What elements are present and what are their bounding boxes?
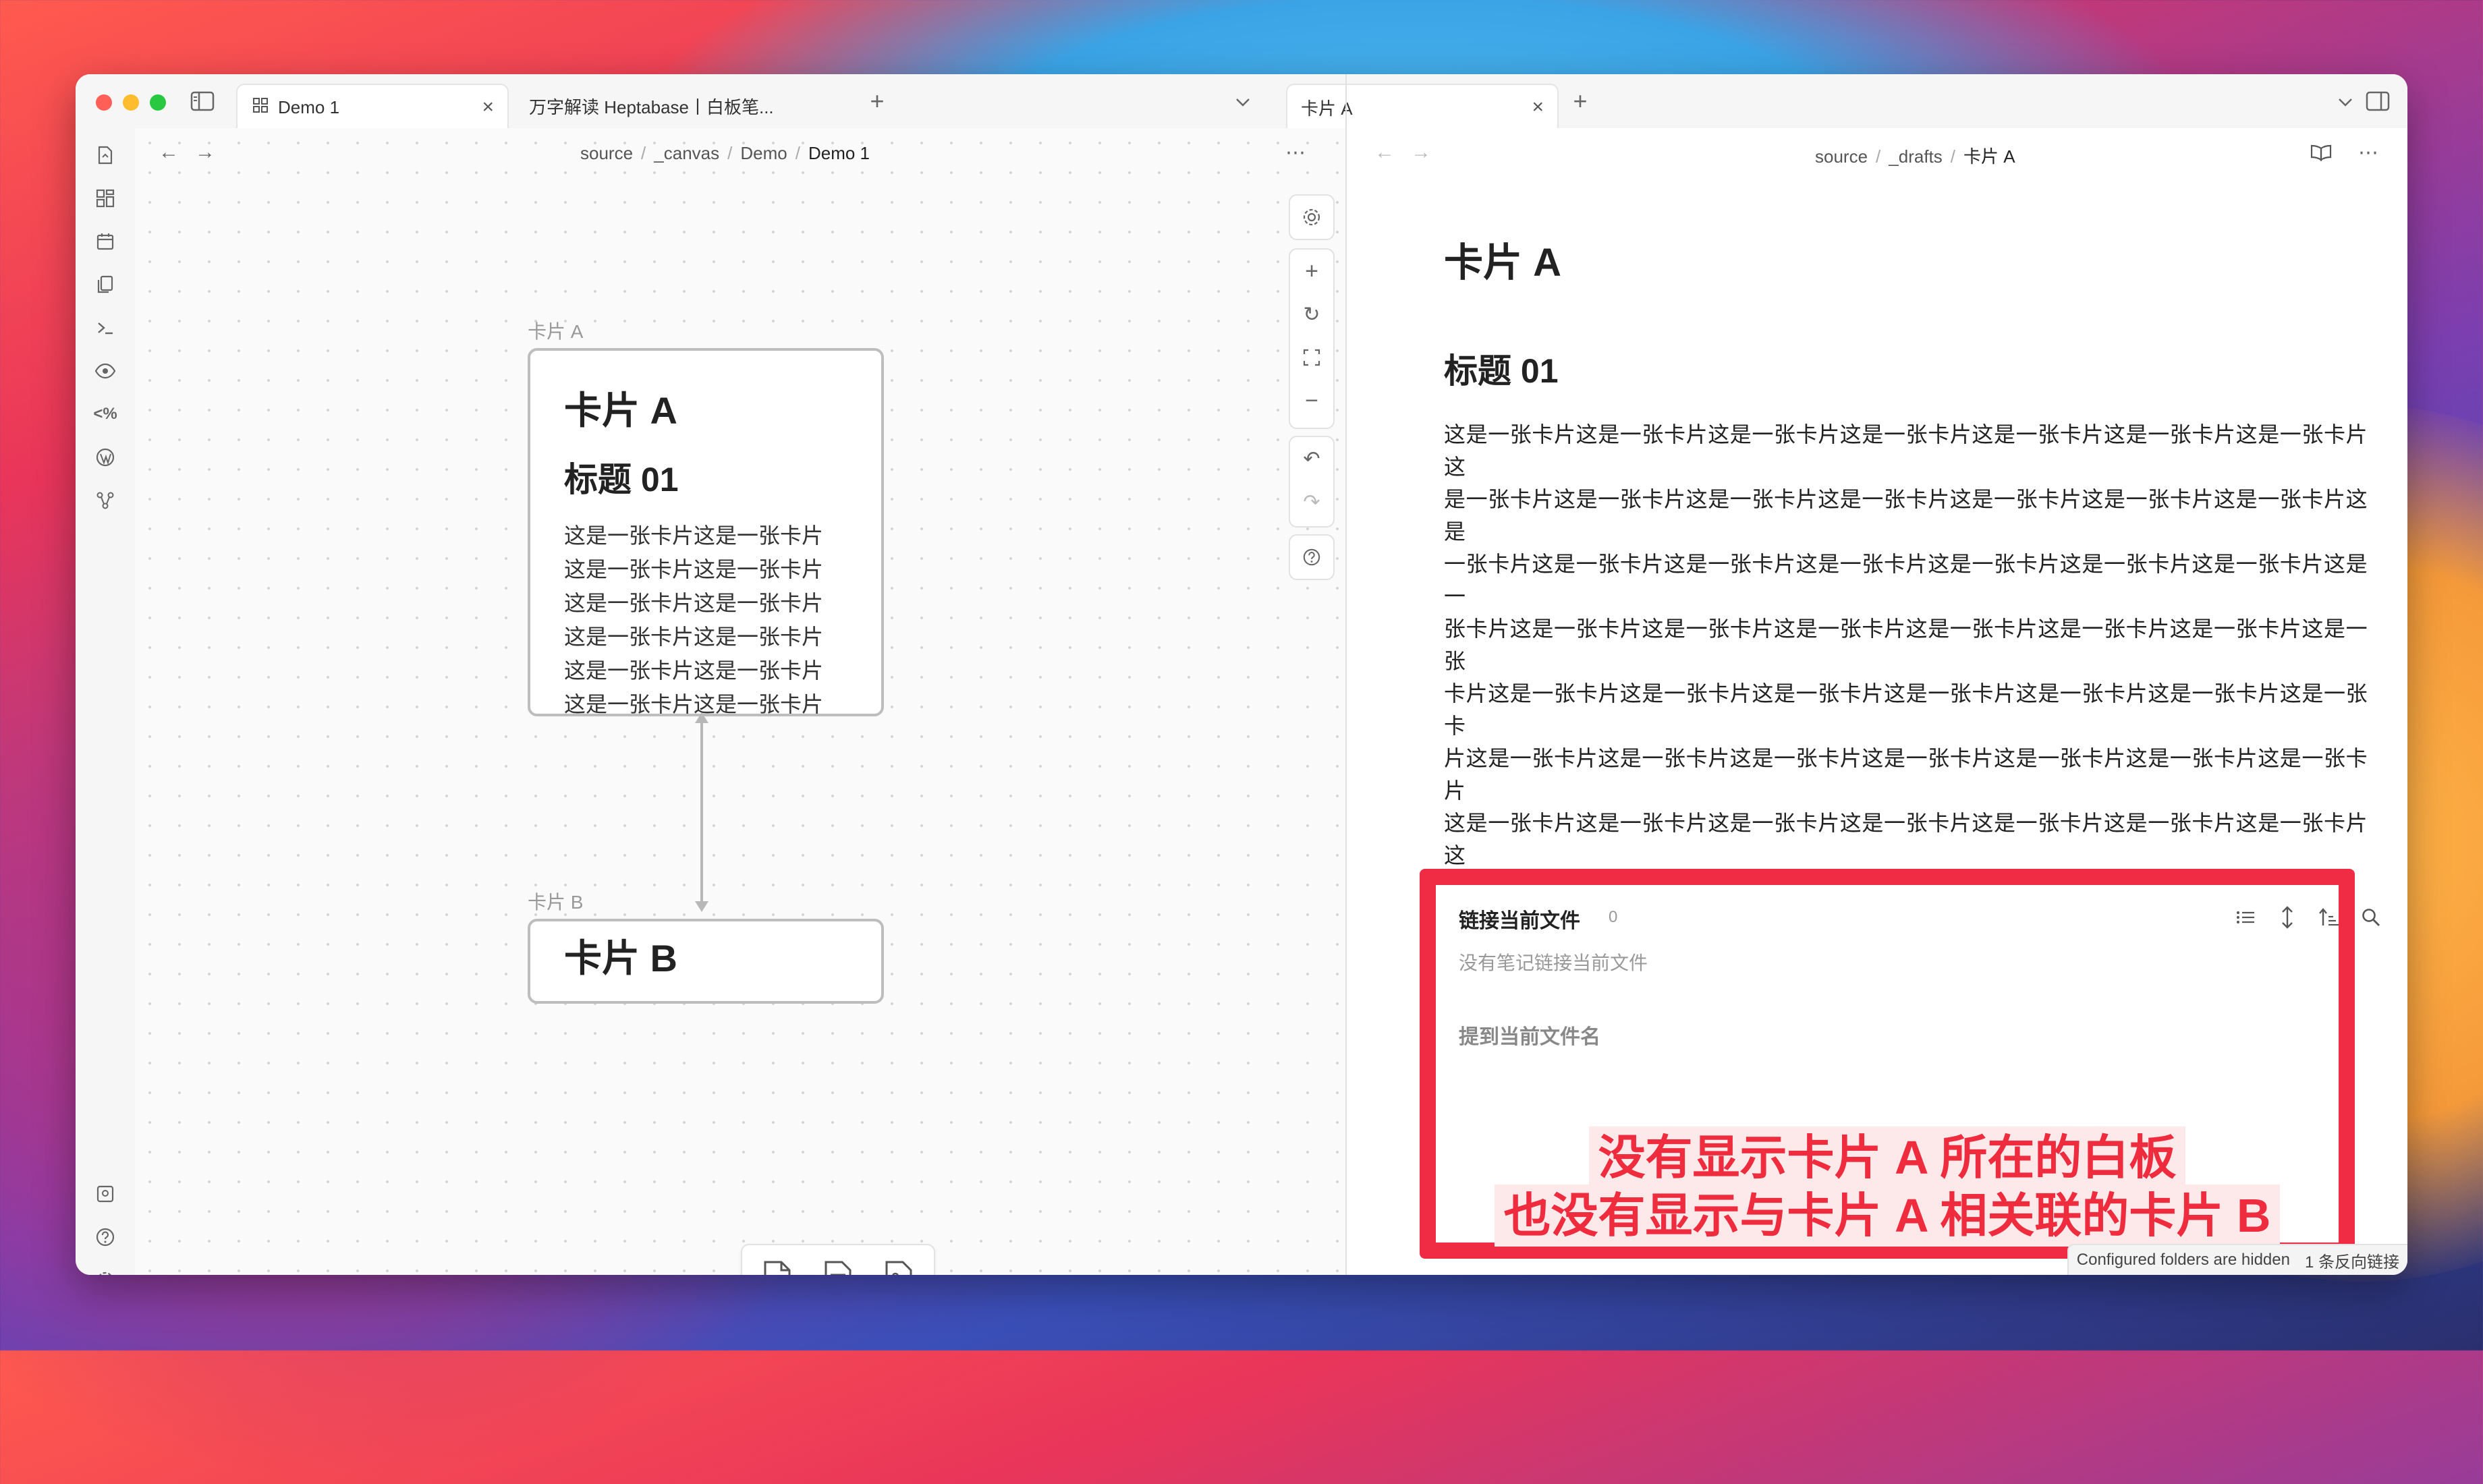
tab-heptabase-article[interactable]: 万字解读 Heptabase丨白板笔... bbox=[515, 84, 866, 128]
breadcrumb-current[interactable]: Demo 1 bbox=[808, 143, 870, 163]
toggle-sidebar-icon[interactable] bbox=[189, 88, 216, 115]
note-heading[interactable]: 标题 01 bbox=[1444, 344, 1559, 393]
settings-icon[interactable] bbox=[92, 1267, 119, 1275]
canvas-pane[interactable]: ← → source / _canvas / Demo / Demo 1 ⋯ 卡片 A 卡片… bbox=[135, 128, 1345, 1275]
back-icon[interactable]: ← bbox=[155, 139, 182, 166]
add-media-icon[interactable] bbox=[878, 1257, 919, 1275]
expand-collapse-icon[interactable] bbox=[2274, 904, 2301, 931]
zoom-controls: + ↻ − bbox=[1289, 248, 1335, 429]
add-note-icon[interactable] bbox=[818, 1257, 858, 1275]
left-ribbon: <% bbox=[76, 128, 136, 1275]
forward-icon[interactable]: → bbox=[192, 139, 219, 166]
card-a-heading: 标题 01 bbox=[564, 461, 679, 498]
tab-label: Demo 1 bbox=[278, 96, 340, 117]
canvas-settings-group bbox=[1289, 194, 1335, 240]
card-b-title: 卡片 B bbox=[564, 937, 677, 979]
fit-icon[interactable] bbox=[1290, 336, 1333, 379]
app-window: Demo 1 × 万字解读 Heptabase丨白板笔... + 卡片 A × … bbox=[76, 74, 2407, 1275]
zoom-out-icon[interactable]: − bbox=[1290, 379, 1333, 422]
settings-icon[interactable] bbox=[1290, 196, 1333, 239]
tab-label: 万字解读 Heptabase丨白板笔... bbox=[529, 96, 774, 117]
tab-bar: Demo 1 × 万字解读 Heptabase丨白板笔... + 卡片 A × … bbox=[76, 74, 2407, 130]
minimize-window-button[interactable] bbox=[123, 94, 139, 111]
breadcrumb-item[interactable]: _canvas bbox=[654, 143, 719, 163]
status-backlinks-count[interactable]: 1 条反向链接 bbox=[2305, 1249, 2399, 1272]
close-window-button[interactable] bbox=[96, 94, 112, 111]
tab-demo-1[interactable]: Demo 1 × bbox=[236, 84, 509, 130]
card-a-body: 这是一张卡片这是一张卡片 这是一张卡片这是一张卡片 这是一张卡片这是一张卡片 这… bbox=[564, 523, 824, 716]
open-file-icon[interactable] bbox=[92, 142, 119, 169]
code-percent-icon[interactable]: <% bbox=[92, 401, 119, 428]
card-a-title: 卡片 A bbox=[564, 389, 677, 432]
card-b[interactable]: 卡片 B bbox=[528, 919, 884, 1004]
chevron-down-icon[interactable] bbox=[2332, 89, 2359, 116]
close-tab-icon[interactable]: × bbox=[482, 96, 494, 119]
breadcrumb-item[interactable]: Demo bbox=[740, 143, 787, 163]
breadcrumb: source / _drafts / 卡片 A bbox=[1815, 146, 2015, 167]
graph-icon[interactable] bbox=[92, 487, 119, 514]
new-tab-icon[interactable]: + bbox=[1567, 87, 1594, 115]
card-a-label: 卡片 A bbox=[528, 321, 584, 342]
list-icon[interactable] bbox=[2232, 904, 2259, 931]
breadcrumb-current[interactable]: 卡片 A bbox=[1963, 146, 2015, 167]
wordpress-icon[interactable] bbox=[92, 444, 119, 471]
toggle-right-sidebar-icon[interactable] bbox=[2364, 88, 2391, 115]
breadcrumb-item[interactable]: source bbox=[1815, 146, 1868, 167]
help-icon[interactable] bbox=[92, 1224, 119, 1251]
annotation-line-2: 也没有显示与卡片 A 相关联的卡片 B bbox=[1436, 1185, 2339, 1247]
card-connector-arrow[interactable] bbox=[688, 711, 715, 913]
calendar-icon[interactable] bbox=[92, 228, 119, 255]
forward-icon[interactable]: → bbox=[1407, 139, 1434, 166]
canvas-add-toolbar bbox=[741, 1244, 935, 1275]
reading-view-icon[interactable] bbox=[2308, 139, 2335, 166]
more-options-icon[interactable]: ⋯ bbox=[2355, 139, 2382, 166]
note-pane: ← → source / _drafts / 卡片 A ⋯ 卡片 A 标题 01 这是一… bbox=[1347, 128, 2407, 1275]
backlinks-empty-text: 没有笔记链接当前文件 bbox=[1459, 952, 1648, 973]
status-folders-hidden[interactable]: Configured folders are hidden bbox=[2077, 1251, 2290, 1269]
card-a[interactable]: 卡片 A 标题 01 这是一张卡片这是一张卡片 这是一张卡片这是一张卡片 这是一… bbox=[528, 348, 884, 716]
note-title[interactable]: 卡片 A bbox=[1444, 231, 1561, 287]
backlinks-title[interactable]: 链接当前文件 bbox=[1459, 904, 1580, 934]
back-icon[interactable]: ← bbox=[1371, 139, 1398, 166]
left-nav-bar: ← → source / _canvas / Demo / Demo 1 ⋯ bbox=[135, 128, 1345, 177]
zoom-in-icon[interactable]: + bbox=[1290, 250, 1333, 293]
history-controls: ↶ ↷ bbox=[1289, 436, 1335, 527]
vault-icon[interactable] bbox=[92, 1180, 119, 1207]
right-nav-bar: ← → source / _drafts / 卡片 A ⋯ bbox=[1347, 128, 2407, 177]
copy-icon[interactable] bbox=[92, 271, 119, 298]
chevron-down-icon[interactable] bbox=[1229, 89, 1256, 116]
undo-icon[interactable]: ↶ bbox=[1290, 437, 1333, 480]
eye-icon[interactable] bbox=[92, 358, 119, 384]
breadcrumb-item[interactable]: _drafts bbox=[1889, 146, 1943, 167]
maximize-window-button[interactable] bbox=[150, 94, 166, 111]
new-card-icon[interactable] bbox=[757, 1257, 798, 1275]
dashboard-icon[interactable] bbox=[92, 185, 119, 212]
backlinks-panel: 链接当前文件 0 没有笔记链接当前文件 提到当前文件名 没有显示卡片 A 所在的… bbox=[1420, 869, 2380, 1259]
breadcrumb-item[interactable]: source bbox=[580, 143, 633, 163]
close-tab-icon[interactable]: × bbox=[1532, 96, 1544, 119]
status-bar: Configured folders are hidden 1 条反向链接 bbox=[2067, 1244, 2407, 1275]
search-icon[interactable] bbox=[2358, 904, 2384, 931]
new-tab-icon[interactable]: + bbox=[864, 87, 891, 115]
help-icon[interactable] bbox=[1290, 536, 1333, 579]
sort-icon[interactable] bbox=[2316, 904, 2343, 931]
redo-icon[interactable]: ↷ bbox=[1290, 480, 1333, 523]
canvas-help-group bbox=[1289, 534, 1335, 580]
tab-card-a[interactable]: 卡片 A × bbox=[1286, 84, 1559, 130]
backlinks-count: 0 bbox=[1609, 908, 1618, 926]
reset-zoom-icon[interactable]: ↻ bbox=[1290, 293, 1333, 336]
unlinked-mentions-title[interactable]: 提到当前文件名 bbox=[1459, 1020, 1600, 1050]
note-body[interactable]: 这是一张卡片这是一张卡片这是一张卡片这是一张卡片这是一张卡片这是一张卡片这是一张… bbox=[1444, 418, 2375, 872]
annotation-line-1: 没有显示卡片 A 所在的白板 bbox=[1436, 1126, 2339, 1189]
more-options-icon[interactable]: ⋯ bbox=[1282, 139, 1309, 166]
canvas-icon bbox=[252, 97, 269, 118]
card-b-label: 卡片 B bbox=[528, 892, 584, 913]
breadcrumb: source / _canvas / Demo / Demo 1 bbox=[580, 143, 870, 163]
terminal-icon[interactable] bbox=[92, 314, 119, 341]
